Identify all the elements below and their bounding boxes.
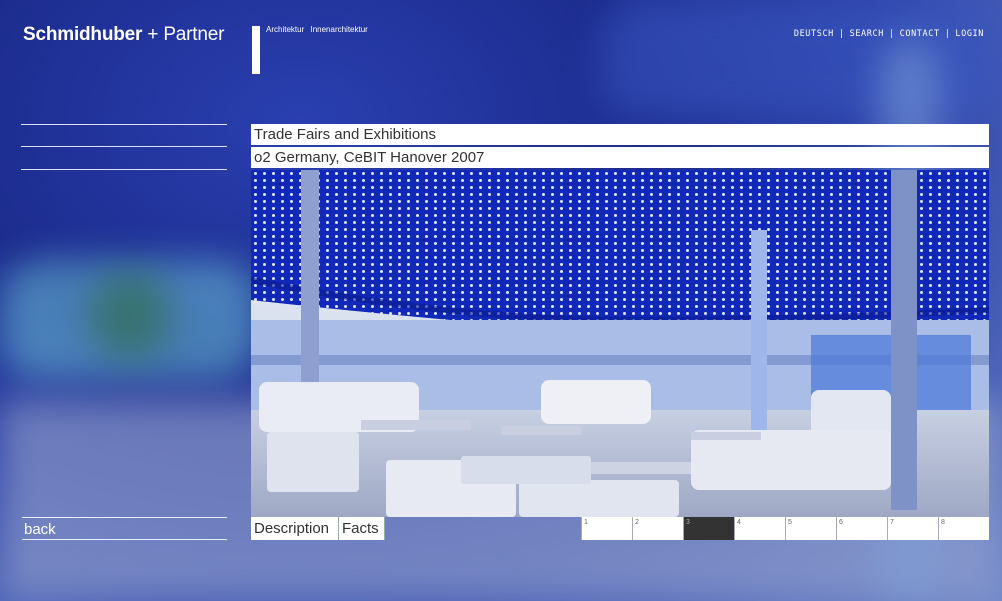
brand-name-bold: Schmidhuber	[23, 24, 143, 45]
project-title: o2 Germany, CeBIT Hanover 2007	[251, 147, 989, 168]
page-4[interactable]: 4	[734, 517, 785, 540]
nav-separator: |	[888, 29, 895, 39]
tagline-interior: Innenarchitektur	[310, 25, 368, 34]
page-3[interactable]: 3	[683, 517, 734, 540]
back-link[interactable]: back	[22, 517, 227, 540]
photo-illustration	[251, 170, 989, 517]
brand-name-regular: Partner	[163, 24, 225, 45]
brand-plus: +	[147, 24, 159, 45]
tagline: Architektur Innenarchitektur	[266, 25, 372, 34]
nav-separator: |	[838, 29, 845, 39]
page-5[interactable]: 5	[785, 517, 836, 540]
nav-contact[interactable]: CONTACT	[900, 29, 940, 39]
tab-facts[interactable]: Facts	[339, 517, 385, 540]
page-8[interactable]: 8	[938, 517, 989, 540]
left-menu-divider	[21, 146, 227, 147]
tab-description[interactable]: Description	[251, 517, 339, 540]
brand-logo[interactable]: Schmidhuber + Partner	[23, 24, 224, 46]
logo-divider-bar	[252, 26, 260, 74]
page-1[interactable]: 1	[581, 517, 632, 540]
nav-login[interactable]: LOGIN	[955, 29, 984, 39]
project-photo	[251, 170, 989, 517]
top-navigation: DEUTSCH | SEARCH | CONTACT | LOGIN	[794, 29, 984, 39]
nav-separator: |	[944, 29, 951, 39]
category-title: Trade Fairs and Exhibitions	[251, 124, 989, 145]
left-menu-divider	[21, 124, 227, 125]
page-2[interactable]: 2	[632, 517, 683, 540]
tagline-architecture: Architektur	[266, 25, 305, 34]
nav-deutsch[interactable]: DEUTSCH	[794, 29, 834, 39]
left-menu-divider	[21, 169, 227, 170]
nav-search[interactable]: SEARCH	[850, 29, 884, 39]
project-content: Trade Fairs and Exhibitions o2 Germany, …	[251, 124, 989, 517]
project-bottom-bar: Description Facts 1 2 3 4 5 6 7 8	[251, 517, 989, 540]
image-pager: 1 2 3 4 5 6 7 8	[581, 517, 989, 540]
page-6[interactable]: 6	[836, 517, 887, 540]
page-7[interactable]: 7	[887, 517, 938, 540]
